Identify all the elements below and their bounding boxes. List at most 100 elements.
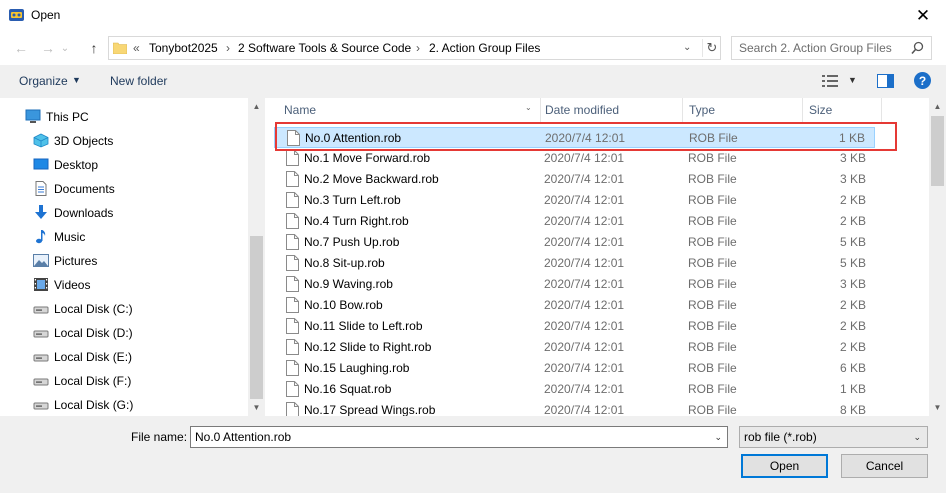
file-type-select[interactable]: rob file (*.rob) ⌄	[739, 426, 928, 448]
file-list-scrollbar[interactable]: ▲ ▼	[929, 98, 946, 416]
dialog-footer: File name: No.0 Attention.rob ⌄ rob file…	[0, 416, 946, 493]
file-name: No.11 Slide to Left.rob	[304, 319, 423, 333]
forward-button[interactable]: →	[37, 39, 59, 57]
sidebar-item-pictures[interactable]: Pictures	[0, 250, 248, 272]
breadcrumb-item[interactable]: Tonybot2025	[149, 41, 218, 55]
file-date: 2020/7/4 12:01	[544, 235, 625, 249]
sidebar-item-local-disk-g[interactable]: Local Disk (G:)	[0, 394, 248, 416]
file-row[interactable]: No.4 Turn Right.rob 2020/7/4 12:01 ROB F…	[274, 211, 875, 232]
pictures-icon	[33, 254, 49, 267]
chevron-down-icon: ⌄	[60, 42, 70, 54]
file-name: No.17 Spread Wings.rob	[304, 403, 436, 416]
computer-icon	[25, 109, 41, 123]
recent-locations-button[interactable]: ⌄	[59, 39, 71, 57]
file-name: No.0 Attention.rob	[305, 131, 402, 145]
column-divider[interactable]	[881, 98, 882, 122]
file-size: 3 KB	[839, 151, 866, 165]
breadcrumb-overflow[interactable]: «	[133, 41, 140, 55]
file-name-value: No.0 Attention.rob	[195, 430, 292, 444]
file-date: 2020/7/4 12:01	[544, 382, 625, 396]
up-button[interactable]: ↑	[83, 39, 105, 57]
disk-icon	[33, 402, 49, 410]
file-icon	[287, 130, 300, 146]
file-icon	[286, 150, 299, 166]
column-filter-icon[interactable]: ⌄	[525, 103, 532, 112]
cancel-button[interactable]: Cancel	[841, 454, 928, 478]
file-row[interactable]: No.3 Turn Left.rob 2020/7/4 12:01 ROB Fi…	[274, 190, 875, 211]
scrollbar-thumb[interactable]	[250, 236, 263, 399]
sidebar-item-label: Local Disk (D:)	[54, 326, 133, 340]
file-name: No.7 Push Up.rob	[304, 235, 400, 249]
close-button[interactable]: ✕	[900, 0, 946, 31]
address-bar[interactable]: « Tonybot2025 › 2 Software Tools & Sourc…	[108, 36, 721, 60]
sidebar-item-music[interactable]: Music	[0, 226, 248, 248]
organize-button[interactable]: Organize	[19, 74, 68, 88]
file-row[interactable]: No.2 Move Backward.rob 2020/7/4 12:01 RO…	[274, 169, 875, 190]
column-header-type[interactable]: Type	[683, 98, 802, 122]
help-icon[interactable]: ?	[914, 72, 931, 89]
sidebar-item-local-disk-f[interactable]: Local Disk (F:)	[0, 370, 248, 392]
breadcrumb-item[interactable]: 2 Software Tools & Source Code	[238, 41, 411, 55]
column-header-date[interactable]: Date modified	[541, 98, 682, 122]
search-input[interactable]: Search 2. Action Group Files	[731, 36, 932, 60]
scroll-down-icon[interactable]: ▼	[929, 399, 946, 416]
file-size: 6 KB	[839, 361, 866, 375]
address-dropdown-icon[interactable]: ⌄	[683, 42, 691, 53]
breadcrumb-item[interactable]: 2. Action Group Files	[429, 41, 540, 55]
sidebar-item-documents[interactable]: Documents	[0, 178, 248, 200]
file-size: 2 KB	[839, 214, 866, 228]
view-caret-icon[interactable]: ▼	[848, 75, 857, 85]
back-button[interactable]: ←	[10, 39, 32, 57]
new-folder-button[interactable]: New folder	[110, 74, 167, 88]
chevron-down-icon[interactable]: ⌄	[714, 432, 722, 443]
file-icon	[286, 297, 299, 313]
file-name-input[interactable]: No.0 Attention.rob ⌄	[190, 426, 728, 448]
sidebar-item-local-disk-d[interactable]: Local Disk (D:)	[0, 322, 248, 344]
file-row[interactable]: No.10 Bow.rob 2020/7/4 12:01 ROB File 2 …	[274, 295, 875, 316]
sidebar-item-downloads[interactable]: Downloads	[0, 202, 248, 224]
preview-pane-icon[interactable]	[877, 74, 894, 88]
sidebar-item-videos[interactable]: Videos	[0, 274, 248, 296]
file-type-value: rob file (*.rob)	[744, 430, 817, 444]
file-row[interactable]: No.9 Waving.rob 2020/7/4 12:01 ROB File …	[274, 274, 875, 295]
sidebar-item-label: This PC	[46, 110, 89, 124]
breadcrumb-separator[interactable]: ›	[416, 41, 420, 55]
column-label: Type	[689, 103, 716, 117]
scroll-up-icon[interactable]: ▲	[248, 98, 265, 115]
disk-icon	[33, 306, 49, 314]
search-icon[interactable]	[911, 41, 924, 55]
view-options-icon[interactable]	[822, 75, 838, 87]
file-row[interactable]: No.0 Attention.rob 2020/7/4 12:01 ROB Fi…	[274, 127, 875, 148]
close-icon: ✕	[915, 5, 931, 25]
column-header-name[interactable]: Name ⌄	[265, 98, 540, 122]
organize-caret-icon[interactable]: ▼	[72, 75, 81, 85]
scroll-down-icon[interactable]: ▼	[248, 399, 265, 416]
file-name: No.12 Slide to Right.rob	[304, 340, 432, 354]
sidebar-item-local-disk-e[interactable]: Local Disk (E:)	[0, 346, 248, 368]
breadcrumb-separator[interactable]: ›	[226, 41, 230, 55]
file-row[interactable]: No.11 Slide to Left.rob 2020/7/4 12:01 R…	[274, 316, 875, 337]
file-row[interactable]: No.15 Laughing.rob 2020/7/4 12:01 ROB Fi…	[274, 358, 875, 379]
file-row[interactable]: No.17 Spread Wings.rob 2020/7/4 12:01 RO…	[274, 400, 875, 416]
column-header-size[interactable]: Size	[803, 98, 881, 122]
sidebar-item-desktop[interactable]: Desktop	[0, 154, 248, 176]
open-button[interactable]: Open	[741, 454, 828, 478]
file-row[interactable]: No.12 Slide to Right.rob 2020/7/4 12:01 …	[274, 337, 875, 358]
sidebar-item-local-disk-c[interactable]: Local Disk (C:)	[0, 298, 248, 320]
file-type: ROB File	[688, 382, 737, 396]
file-name: No.10 Bow.rob	[304, 298, 383, 312]
file-row[interactable]: No.8 Sit-up.rob 2020/7/4 12:01 ROB File …	[274, 253, 875, 274]
refresh-button[interactable]: ↻	[702, 39, 721, 57]
sidebar-item-this-pc[interactable]: This PC	[0, 106, 248, 128]
navigation-scrollbar[interactable]: ▲ ▼	[248, 98, 265, 416]
file-row[interactable]: No.1 Move Forward.rob 2020/7/4 12:01 ROB…	[274, 148, 875, 169]
file-list: ^ Name ⌄ Date modified Type Size No.0 At…	[265, 98, 929, 416]
scroll-up-icon[interactable]: ▲	[929, 98, 946, 115]
file-row[interactable]: No.16 Squat.rob 2020/7/4 12:01 ROB File …	[274, 379, 875, 400]
cube-icon	[33, 133, 49, 148]
file-date: 2020/7/4 12:01	[545, 131, 626, 145]
file-row[interactable]: No.7 Push Up.rob 2020/7/4 12:01 ROB File…	[274, 232, 875, 253]
scrollbar-thumb[interactable]	[931, 116, 944, 186]
file-icon	[286, 402, 299, 416]
sidebar-item-3d-objects[interactable]: 3D Objects	[0, 130, 248, 152]
